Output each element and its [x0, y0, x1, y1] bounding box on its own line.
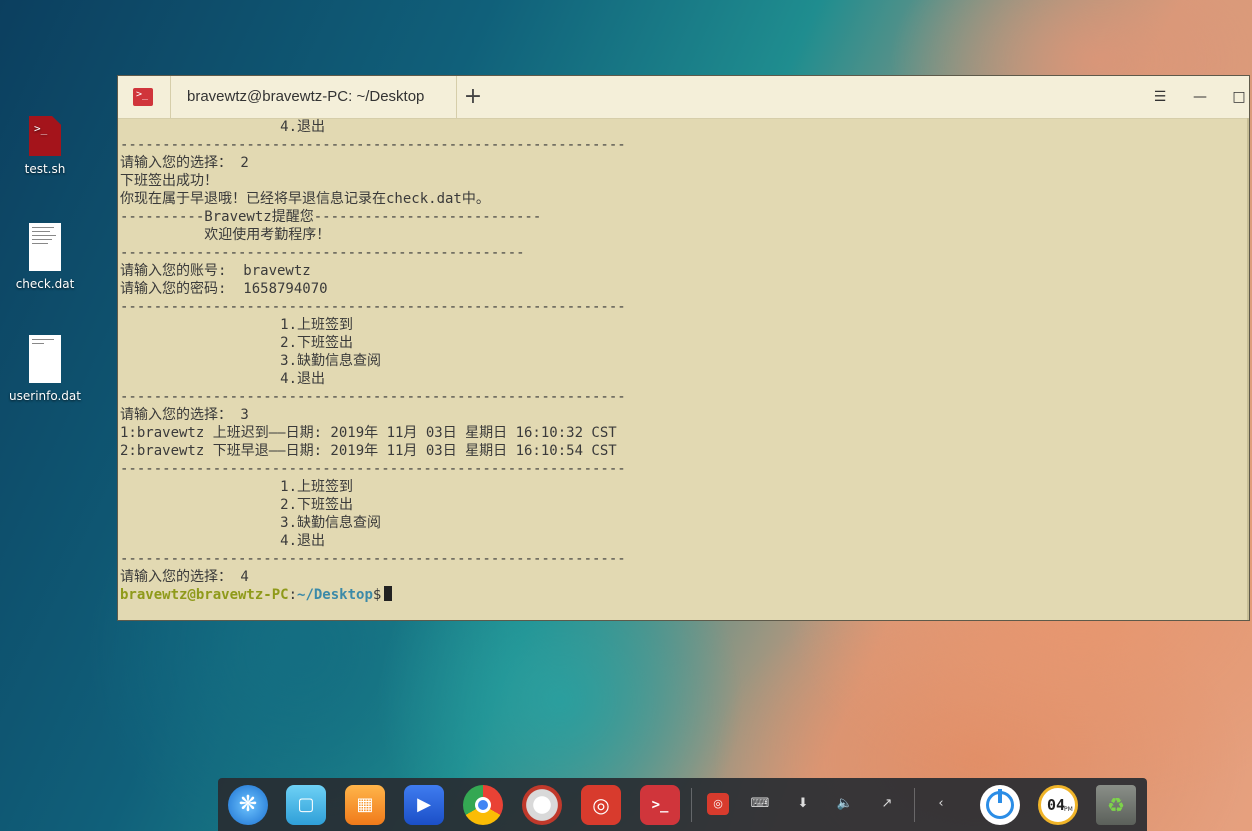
settings-icon[interactable] [522, 785, 562, 825]
desktop-icon-check-dat[interactable]: check.dat [5, 223, 85, 291]
desktop-icon-test-sh[interactable]: >_ test.sh [5, 116, 85, 176]
terminal-line: 2.下班签出 [120, 497, 354, 513]
terminal-line: 3.缺勤信息查阅 [120, 515, 382, 531]
minimize-icon[interactable]: — [1185, 84, 1215, 110]
terminal-line: ----------------------------------------… [120, 551, 626, 567]
shell-script-file-icon: >_ [29, 116, 61, 156]
network-icon[interactable]: ↗ [876, 793, 898, 815]
terminal-line: 4.退出 [120, 533, 326, 549]
terminal-line: ----------------------------------------… [120, 137, 626, 153]
terminal-cursor [384, 586, 393, 601]
document-file-icon [29, 223, 61, 271]
titlebar[interactable]: >_ bravewtz@bravewtz-PC: ~/Desktop + ☰ —… [118, 76, 1249, 119]
launcher-icon[interactable]: ❋ [228, 785, 268, 825]
clock-ampm: PM [1064, 806, 1073, 813]
app-store-icon[interactable]: ▦ [345, 785, 385, 825]
terminal-line: 请输入您的选择： 3 [120, 407, 249, 423]
terminal-line: 请输入您的账号: bravewtz [120, 263, 311, 279]
terminal-prompt: bravewtz@bravewtz-PC:~/Desktop$ [120, 586, 1247, 604]
terminal-line: ----------------------------------------… [120, 461, 626, 477]
desktop-icon-userinfo-dat[interactable]: userinfo.dat [5, 335, 85, 403]
prompt-user: bravewtz@bravewtz-PC [120, 587, 289, 603]
terminal-tab[interactable]: bravewtz@bravewtz-PC: ~/Desktop [170, 76, 457, 118]
file-manager-icon[interactable]: ▢ [286, 785, 326, 825]
netease-tray-icon[interactable]: ◎ [707, 793, 729, 815]
power-icon[interactable] [980, 785, 1020, 825]
chrome-icon[interactable] [463, 785, 503, 825]
terminal-line: 请输入您的选择： 4 [120, 569, 249, 585]
prompt-symbol: $ [372, 587, 382, 603]
terminal-line: 你现在属于早退哦！已经将早退信息记录在check.dat中。 [120, 191, 490, 207]
menu-icon[interactable]: ☰ [1145, 84, 1175, 110]
terminal-line: 4.退出 [120, 371, 326, 387]
tab-title: bravewtz@bravewtz-PC: ~/Desktop [187, 88, 425, 105]
terminal-line: 欢迎使用考勤程序！ [120, 227, 331, 243]
terminal-line: 请输入您的选择： 2 [120, 155, 249, 171]
usb-icon[interactable]: ⬇ [792, 793, 814, 815]
clock-icon[interactable]: 04 PM [1038, 785, 1078, 825]
terminal-line: 请输入您的密码: 1658794070 [120, 281, 328, 297]
volume-icon[interactable]: 🔈 [834, 793, 856, 815]
terminal-line: 1.上班签到 [120, 479, 354, 495]
prompt-separator: : [288, 587, 298, 603]
desktop-icon-label: test.sh [24, 162, 66, 176]
terminal-line: 2:bravewtz 下班早退——日期: 2019年 11月 03日 星期日 1… [120, 443, 617, 459]
terminal-output[interactable]: 4.退出 ------------------------------------… [118, 118, 1249, 620]
maximize-icon[interactable]: □ [1224, 84, 1252, 110]
video-player-icon[interactable]: ▶ [404, 785, 444, 825]
desktop-icon-label: userinfo.dat [9, 389, 81, 403]
netease-music-icon[interactable]: ◎ [581, 785, 621, 825]
dock: ❋ ▢ ▦ ▶ ◎ >_ ◎ ⌨ ⬇ 🔈 ↗ ‹ 04 PM ♻ [218, 778, 1147, 831]
terminal-line: ----------------------------------------… [120, 389, 626, 405]
desktop-icon-label: check.dat [15, 277, 75, 291]
terminal-line: ----------------------------------------… [120, 299, 626, 315]
dock-divider [914, 788, 915, 822]
terminal-window[interactable]: >_ bravewtz@bravewtz-PC: ~/Desktop + ☰ —… [117, 75, 1250, 621]
prompt-path: ~/Desktop [297, 587, 373, 603]
terminal-line: ----------------------------------------… [120, 245, 525, 261]
terminal-line: 下班签出成功！ [120, 173, 218, 189]
terminal-line: 4.退出 [120, 119, 326, 135]
terminal-icon[interactable]: >_ [640, 785, 680, 825]
expand-tray-icon[interactable]: ‹ [930, 793, 952, 815]
document-file-icon [29, 335, 61, 383]
clock-hour: 04 [1047, 796, 1066, 814]
trash-icon[interactable]: ♻ [1096, 785, 1136, 825]
terminal-line: 1.上班签到 [120, 317, 354, 333]
terminal-line: 2.下班签出 [120, 335, 354, 351]
scrollbar[interactable] [1247, 118, 1249, 620]
terminal-app-icon: >_ [133, 88, 153, 106]
keyboard-icon[interactable]: ⌨ [749, 793, 771, 815]
terminal-line: 1:bravewtz 上班迟到——日期: 2019年 11月 03日 星期日 1… [120, 425, 617, 441]
terminal-line: ----------Bravewtz提醒您-------------------… [120, 209, 542, 225]
terminal-line: 3.缺勤信息查阅 [120, 353, 382, 369]
dock-divider [691, 788, 692, 822]
new-tab-button[interactable]: + [456, 82, 490, 112]
